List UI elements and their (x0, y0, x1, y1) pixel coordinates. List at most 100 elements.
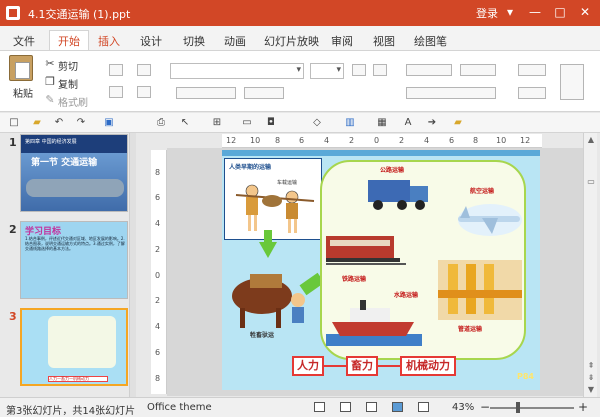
tab-transitions[interactable]: 切换 (183, 33, 205, 49)
format-painter-icon[interactable]: ✎ (44, 94, 56, 106)
shapes-icon[interactable] (560, 64, 584, 100)
thumbnail-slide-1[interactable]: 第四章 中国的经济发展 第一节 交通运输 (20, 134, 128, 212)
tab-review[interactable]: 审阅 (331, 33, 353, 49)
scroll-down-icon[interactable]: ▼ (587, 385, 595, 394)
slide-canvas[interactable]: 人类早期的运输 车载运输 牲畜驮运 公路运输 航空运输 铁路运输 水路运输 管道… (222, 150, 540, 390)
thumbnail-slide-2[interactable]: 学习目标 1.结合事例，评述近代交通对区域、地区发展的影响。2.结合图表，说明交… (20, 221, 128, 299)
ruler-tick: 10 (250, 136, 261, 145)
cut-label[interactable]: 剪切 (58, 58, 78, 73)
zoom-slider-knob[interactable] (516, 402, 520, 413)
app-icon (6, 6, 20, 20)
early-transport-panel[interactable]: 人类早期的运输 车载运输 (224, 158, 322, 240)
thumbnail-slide-3[interactable]: 人力—畜力—机械动力 (20, 308, 128, 386)
tab-view[interactable]: 视图 (373, 33, 395, 49)
reading-view-icon[interactable] (366, 402, 377, 412)
horizontal-ruler: 12 10 8 6 4 2 0 2 4 6 8 10 12 (222, 134, 542, 148)
ribbon-options-icon[interactable]: ▾ (500, 0, 520, 26)
shape-icon[interactable]: ◇ (311, 117, 323, 128)
print-icon[interactable]: ⎙ (155, 117, 167, 128)
text-icon[interactable]: A (402, 117, 414, 128)
indent-group[interactable] (460, 64, 496, 76)
scroll-up-icon[interactable]: ▲ (587, 135, 595, 144)
ruler-tick: 6 (449, 136, 455, 145)
ruler-tick: 10 (496, 136, 507, 145)
login-link[interactable]: 登录 (476, 5, 498, 21)
section-icon[interactable] (137, 86, 151, 98)
tab-pen[interactable]: 绘图笔 (414, 33, 447, 49)
paste-label[interactable]: 粘贴 (13, 85, 33, 100)
tab-slideshow[interactable]: 幻灯片放映 (264, 33, 319, 49)
font-style-group[interactable] (176, 87, 236, 99)
chart-icon[interactable]: ▥ (344, 117, 356, 128)
folder-icon[interactable]: ▰ (452, 117, 464, 128)
road-caption: 公路运输 (380, 167, 405, 174)
undo-icon[interactable]: ↶ (53, 117, 65, 128)
image-icon[interactable]: ▭ (241, 117, 253, 128)
close-button[interactable]: ✕ (575, 0, 595, 26)
grow-font-icon[interactable] (352, 64, 366, 76)
slide-sorter-icon[interactable] (340, 402, 351, 412)
tab-file[interactable]: 文件 (13, 33, 35, 49)
vertical-scrollbar[interactable]: ▲ ▭ ⇞ ⇟ ▼ (583, 133, 597, 397)
format-painter-label[interactable]: 格式刷 (58, 94, 88, 109)
open-icon[interactable]: ▰ (31, 117, 43, 128)
camera-icon[interactable]: ◘ (265, 117, 277, 128)
save-icon[interactable]: ▣ (103, 117, 115, 128)
font-family-select[interactable] (170, 63, 304, 79)
airplane-illustration (458, 204, 522, 236)
prev-slide-icon[interactable]: ⇞ (587, 361, 595, 370)
shrink-font-icon[interactable] (373, 64, 387, 76)
zoom-in-button[interactable]: + (578, 400, 588, 414)
label-animal-power[interactable]: 畜力 (346, 356, 378, 376)
tab-animations[interactable]: 动画 (224, 33, 246, 49)
grid-icon[interactable]: ▦ (376, 117, 388, 128)
redo-icon[interactable]: ↷ (75, 117, 87, 128)
reset-icon[interactable] (109, 86, 123, 98)
slideshow-icon[interactable] (418, 402, 429, 412)
ruler-tick: 4 (324, 136, 330, 145)
font-color-group[interactable] (244, 87, 284, 99)
thumb-subtitle: 第四章 中国的经济发展 (25, 139, 77, 145)
ruler-tick: 8 (275, 136, 281, 145)
columns-icon[interactable] (518, 87, 546, 99)
zoom-slider[interactable] (490, 407, 574, 409)
arrow-icon[interactable]: ➔ (426, 117, 438, 128)
ruler-tick: 4 (155, 322, 161, 331)
paste-icon[interactable] (9, 55, 33, 81)
notes-icon[interactable] (314, 402, 325, 412)
tab-home[interactable]: 开始 (49, 30, 89, 51)
font-size-select[interactable] (310, 63, 344, 79)
copy-icon[interactable]: ❐ (44, 76, 56, 88)
list-group[interactable] (406, 64, 452, 76)
ruler-tick: 2 (349, 136, 355, 145)
next-slide-icon[interactable]: ⇟ (587, 373, 595, 382)
text-direction-icon[interactable] (518, 64, 546, 76)
tab-design[interactable]: 设计 (140, 33, 162, 49)
new-slide-icon[interactable] (109, 64, 123, 76)
pane-splitter[interactable] (130, 133, 136, 397)
ruler-tick: 2 (155, 245, 161, 254)
zoom-out-button[interactable]: − (480, 400, 490, 414)
new-icon[interactable]: □ (8, 117, 20, 128)
ribbon-tabs: 文件 开始 插入 设计 切换 动画 幻灯片放映 审阅 视图 绘图笔 (0, 26, 600, 51)
layout-icon[interactable] (137, 64, 151, 76)
label-mechanical-power[interactable]: 机械动力 (400, 356, 456, 376)
connector-line (378, 365, 400, 367)
copy-label[interactable]: 复制 (58, 76, 78, 91)
rail-caption: 铁路运输 (342, 276, 367, 283)
thumb-text: 1.结合事例，评述近代交通对区域、地区发展的影响。2.结合图表，说明交通运输方式… (25, 236, 125, 251)
ruler-tick: 6 (155, 348, 161, 357)
ruler-tick: 8 (155, 168, 161, 177)
align-group[interactable] (406, 87, 496, 99)
normal-view-icon[interactable] (392, 402, 403, 412)
maximize-button[interactable]: □ (550, 0, 570, 26)
thumbnail-number: 1 (9, 136, 17, 149)
table-icon[interactable]: ⊞ (211, 117, 223, 128)
tab-insert[interactable]: 插入 (98, 33, 120, 49)
cursor-icon[interactable]: ↖ (179, 117, 191, 128)
scroll-thumb[interactable]: ▭ (587, 177, 595, 186)
minimize-button[interactable]: — (525, 0, 545, 26)
label-human-power[interactable]: 人力 (292, 356, 324, 376)
slide-count: 第3张幻灯片，共14张幻灯片 (6, 406, 136, 417)
scissors-icon[interactable]: ✂ (44, 58, 56, 70)
